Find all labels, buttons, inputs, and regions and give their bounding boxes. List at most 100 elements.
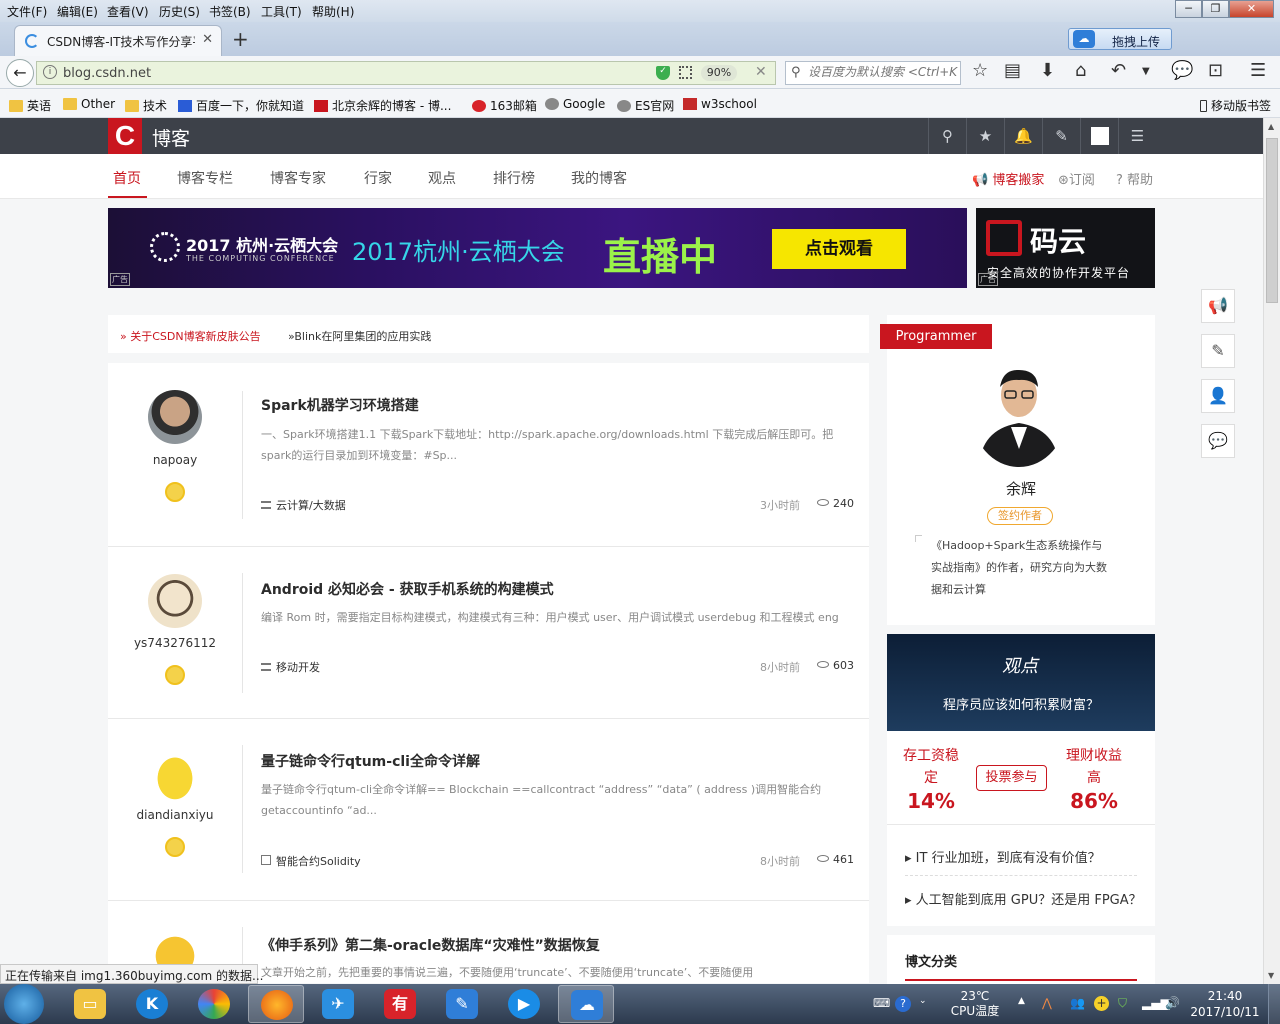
author-name[interactable]: ys743276112 [108, 636, 242, 650]
menu-file[interactable]: 文件(F) [7, 3, 47, 20]
bookmark-item[interactable]: 北京余辉的博客 - 博... [314, 97, 451, 114]
user-star-icon[interactable]: 👤 [1201, 379, 1235, 413]
user-avatar[interactable] [1080, 118, 1118, 154]
star-icon[interactable]: ★ [966, 118, 1004, 154]
site-title[interactable]: 博客 [152, 124, 190, 151]
security-shield-icon[interactable]: ✓ [656, 66, 670, 80]
nav-home[interactable]: 首页 [113, 168, 141, 188]
chat-icon[interactable]: 💬 [1171, 60, 1193, 81]
cpu-temp[interactable]: 23℃ CPU温度 [949, 989, 1001, 1019]
edit-icon[interactable]: ✎ [1042, 118, 1080, 154]
nav-my-blog[interactable]: 我的博客 [571, 168, 627, 188]
user-tray-icon[interactable]: 👥 [1070, 996, 1085, 1010]
taskbar-app[interactable]: ▶ [496, 985, 552, 1023]
scroll-down-icon[interactable]: ▼ [1268, 971, 1274, 980]
write-icon[interactable]: ✎ [1201, 334, 1235, 368]
show-desktop-button[interactable] [1268, 984, 1280, 1024]
scroll-thumb[interactable] [1266, 138, 1278, 303]
help-link[interactable]: ? 帮助 [1116, 169, 1153, 188]
scroll-up-icon[interactable]: ▲ [1268, 122, 1274, 131]
plus-tray-icon[interactable]: + [1094, 996, 1109, 1011]
taskbar-app[interactable]: K [124, 985, 180, 1023]
nav-ranking[interactable]: 排行榜 [493, 168, 535, 188]
megaphone-icon[interactable]: 📢 [1201, 289, 1235, 323]
search-input[interactable] [808, 65, 958, 79]
nav-viewpoint[interactable]: 观点 [428, 168, 456, 188]
article-category[interactable]: 智能合约Solidity [261, 853, 361, 869]
article-title[interactable]: Android 必知必会 - 获取手机系统的构建模式 [261, 579, 554, 599]
author-name[interactable]: diandianxiyu [108, 808, 242, 822]
subscribe-link[interactable]: ⊛订阅 [1058, 169, 1095, 188]
poll-option-right[interactable]: 理财收益高 [1064, 745, 1124, 789]
undo-icon[interactable]: ↶ [1111, 60, 1126, 81]
home-icon[interactable]: ⌂ [1075, 60, 1086, 81]
avatar[interactable] [148, 574, 202, 628]
back-button[interactable]: ← [6, 59, 34, 87]
bookmark-item[interactable]: 技术 [125, 97, 167, 114]
close-window-button[interactable]: ✕ [1229, 0, 1274, 18]
baidu-upload-button[interactable]: ☁ 拖拽上传 [1068, 28, 1172, 50]
taskbar-app[interactable]: ▭ [62, 985, 118, 1023]
menu-tools[interactable]: 工具(T) [261, 3, 302, 20]
ad-banner-conference[interactable]: 2017 杭州·云栖大会 THE COMPUTING CONFERENCE 20… [108, 208, 967, 288]
menu-icon[interactable]: ☰ [1118, 118, 1156, 154]
nav-experts[interactable]: 博客专家 [270, 168, 326, 188]
programmer-avatar[interactable] [971, 357, 1067, 467]
notice-link[interactable]: » 关于CSDN博客新皮肤公告 [120, 328, 261, 344]
taskbar-app[interactable]: ✈ [310, 985, 366, 1023]
search-box[interactable]: ⚲ [785, 61, 961, 85]
ime-icon[interactable]: ⌄ [919, 996, 927, 1006]
author-name[interactable]: napoay [108, 453, 242, 467]
hamburger-menu-icon[interactable]: ☰ [1250, 60, 1266, 81]
zoom-level[interactable]: 90% [701, 65, 737, 81]
url-bar[interactable]: i blog.csdn.net ✓ 90% ✕ [36, 61, 776, 85]
menu-bookmarks[interactable]: 书签(B) [209, 3, 251, 20]
menu-edit[interactable]: 编辑(E) [57, 3, 98, 20]
viewpoint-banner[interactable]: 观点 程序员应该如何积累财富？ [887, 634, 1155, 731]
show-hidden-icons[interactable]: ▲ [1018, 996, 1025, 1006]
ad-banner-gitee[interactable]: 码云 安全高效的协作开发平台 广告 [976, 208, 1155, 288]
avatar[interactable] [148, 746, 202, 800]
qr-code-icon[interactable] [679, 66, 692, 79]
viewpoint-link[interactable]: ▸ 人工智能到底用 GPU？还是用 FPGA？ [905, 889, 1142, 908]
info-icon[interactable]: i [43, 65, 57, 79]
bookmark-item[interactable]: 英语 [9, 97, 51, 114]
nav-columns[interactable]: 博客专栏 [177, 168, 233, 188]
watch-button[interactable]: 点击观看 [772, 229, 906, 269]
csdn-logo[interactable]: C [108, 118, 142, 154]
article-category[interactable]: 移动开发 [261, 659, 320, 675]
menu-help[interactable]: 帮助(H) [312, 3, 354, 20]
bookmark-item[interactable]: 163邮箱 [472, 97, 537, 114]
bookmark-item[interactable]: w3school [683, 97, 757, 111]
dropdown-arrow-icon[interactable]: ▼ [1142, 66, 1150, 77]
maximize-button[interactable]: ❐ [1202, 0, 1229, 18]
browser-tab[interactable]: CSDN博客-IT技术写作分享平 ✕ [14, 25, 222, 56]
mobile-bookmarks[interactable]: 移动版书签 [1200, 97, 1271, 114]
programmer-name[interactable]: 余辉 [887, 478, 1155, 499]
taskbar-app[interactable]: ✎ [434, 985, 490, 1023]
security-tray-icon[interactable]: ⛉ [1118, 996, 1127, 1011]
reading-list-icon[interactable]: ▤ [1004, 60, 1021, 81]
taskbar-app[interactable]: ☁ [558, 985, 614, 1023]
notice-link[interactable]: »Blink在阿里集团的应用实践 [288, 328, 431, 344]
bookmark-item[interactable]: ES官网 [617, 97, 674, 114]
nav-pros[interactable]: 行家 [364, 168, 392, 188]
start-button[interactable] [4, 984, 44, 1024]
blog-move-link[interactable]: 📢 博客搬家 [972, 169, 1044, 188]
chart-tray-icon[interactable]: ⋀ [1042, 996, 1052, 1010]
volume-icon[interactable]: 🔊 [1165, 996, 1180, 1010]
article-title[interactable]: Spark机器学习环境搭建 [261, 395, 419, 415]
taskbar-app[interactable] [186, 985, 242, 1023]
keyboard-icon[interactable]: ⌨ [873, 996, 890, 1010]
bell-icon[interactable]: 🔔 [1004, 118, 1042, 154]
article-title[interactable]: 《伸手系列》第二集-oracle数据库“灾难性”数据恢复 [261, 935, 600, 955]
vote-button[interactable]: 投票参与 [976, 765, 1047, 791]
bookmark-item[interactable]: Google [545, 97, 605, 111]
star-bookmark-icon[interactable]: ☆ [972, 60, 988, 81]
avatar[interactable] [148, 390, 202, 444]
bookmark-item[interactable]: 百度一下，你就知道 [178, 97, 304, 114]
help-icon[interactable]: ? [895, 996, 911, 1012]
clear-url-icon[interactable]: ✕ [755, 64, 767, 80]
vertical-scrollbar[interactable]: ▲ ▼ [1263, 118, 1280, 984]
new-tab-button[interactable]: + [232, 27, 249, 51]
